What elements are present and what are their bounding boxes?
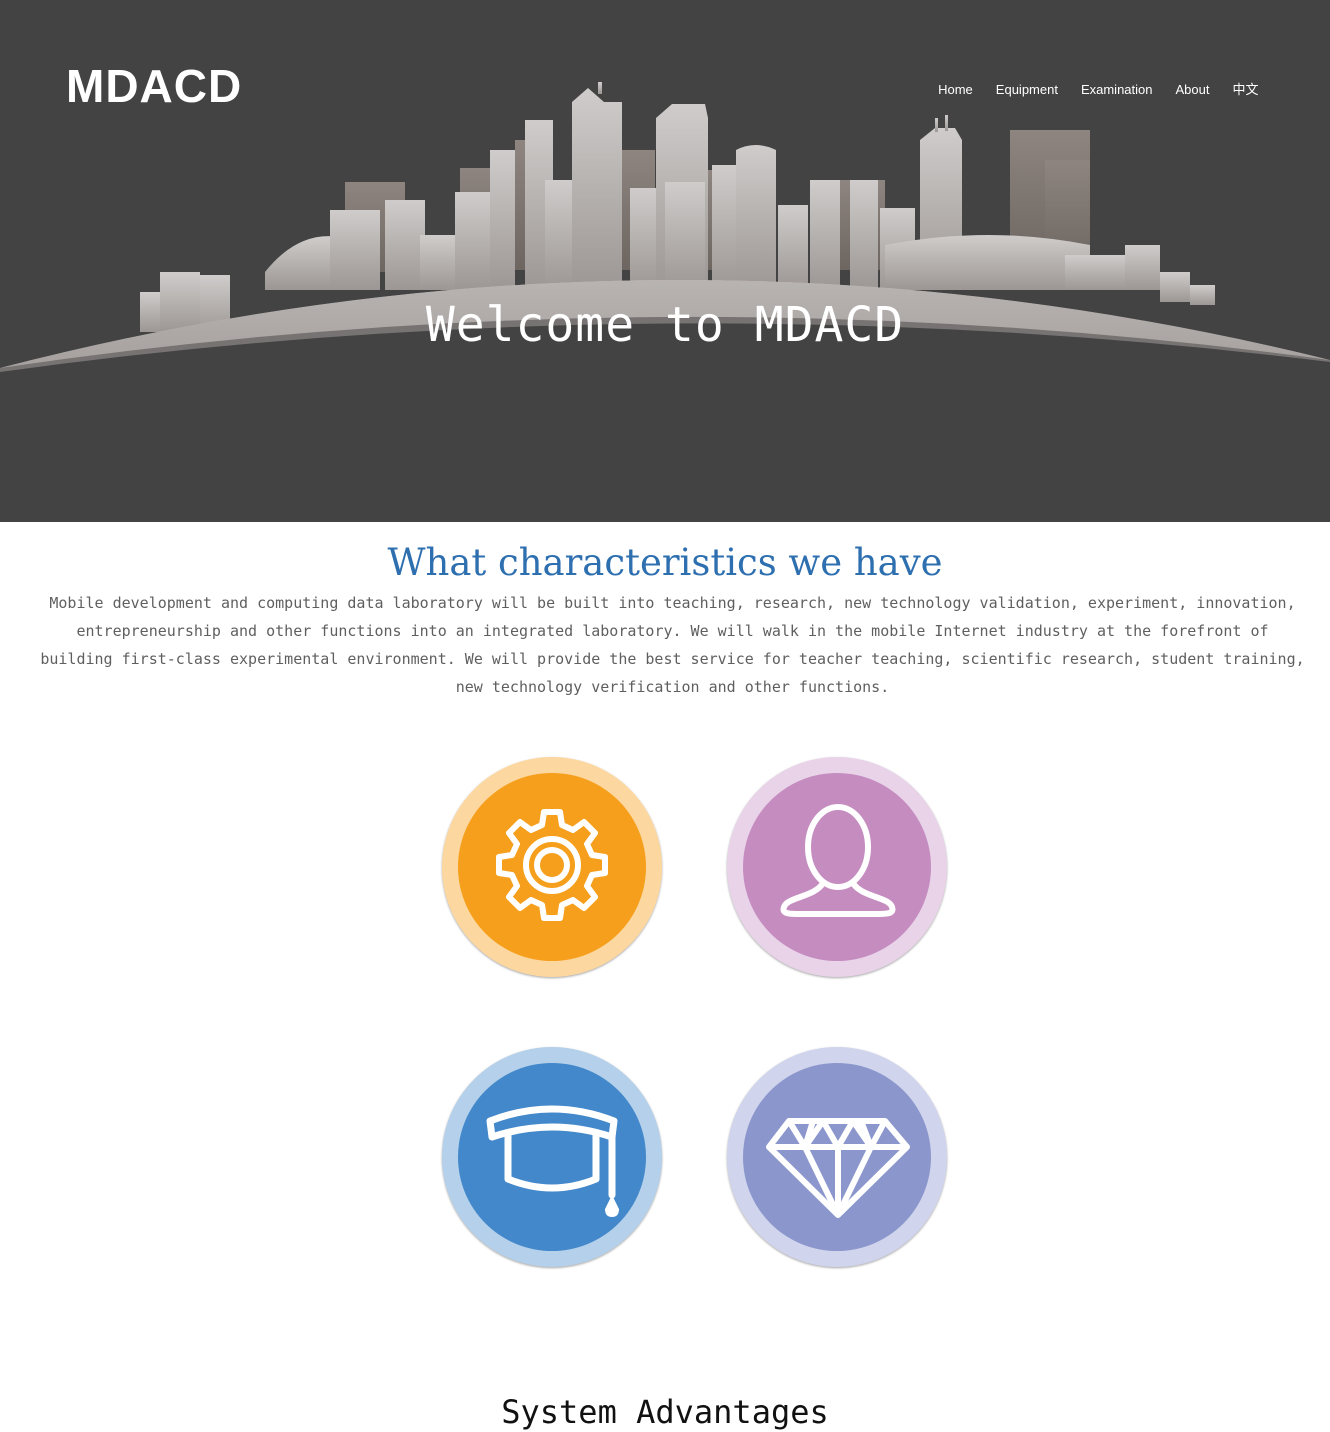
graduation-cap-icon xyxy=(486,1105,619,1217)
characteristics-title: What characteristics we have xyxy=(387,541,943,584)
user-icon xyxy=(780,804,896,917)
gear-icon xyxy=(496,809,608,921)
feature-diamond[interactable] xyxy=(727,1047,947,1267)
nav-home[interactable]: Home xyxy=(927,80,985,100)
feature-education[interactable] xyxy=(442,1047,662,1267)
site-logo[interactable]: MDACD xyxy=(66,58,242,114)
hero-title: Welcome to MDACD xyxy=(425,297,905,353)
diamond-icon xyxy=(766,1118,910,1218)
nav-language-chinese[interactable]: 中文 xyxy=(1221,80,1270,100)
nav-examination[interactable]: Examination xyxy=(1069,80,1164,100)
hero-banner: MDACD Home Equipment Examination About 中… xyxy=(0,0,1330,522)
nav-equipment[interactable]: Equipment xyxy=(984,80,1069,100)
main-nav: Home Equipment Examination About 中文 xyxy=(927,80,1270,100)
characteristics-description: Mobile development and computing data la… xyxy=(40,594,1305,696)
system-advantages-title: System Advantages xyxy=(501,1393,829,1431)
feature-user[interactable] xyxy=(727,757,947,977)
feature-gear[interactable] xyxy=(442,757,662,977)
nav-about[interactable]: About xyxy=(1164,80,1221,100)
